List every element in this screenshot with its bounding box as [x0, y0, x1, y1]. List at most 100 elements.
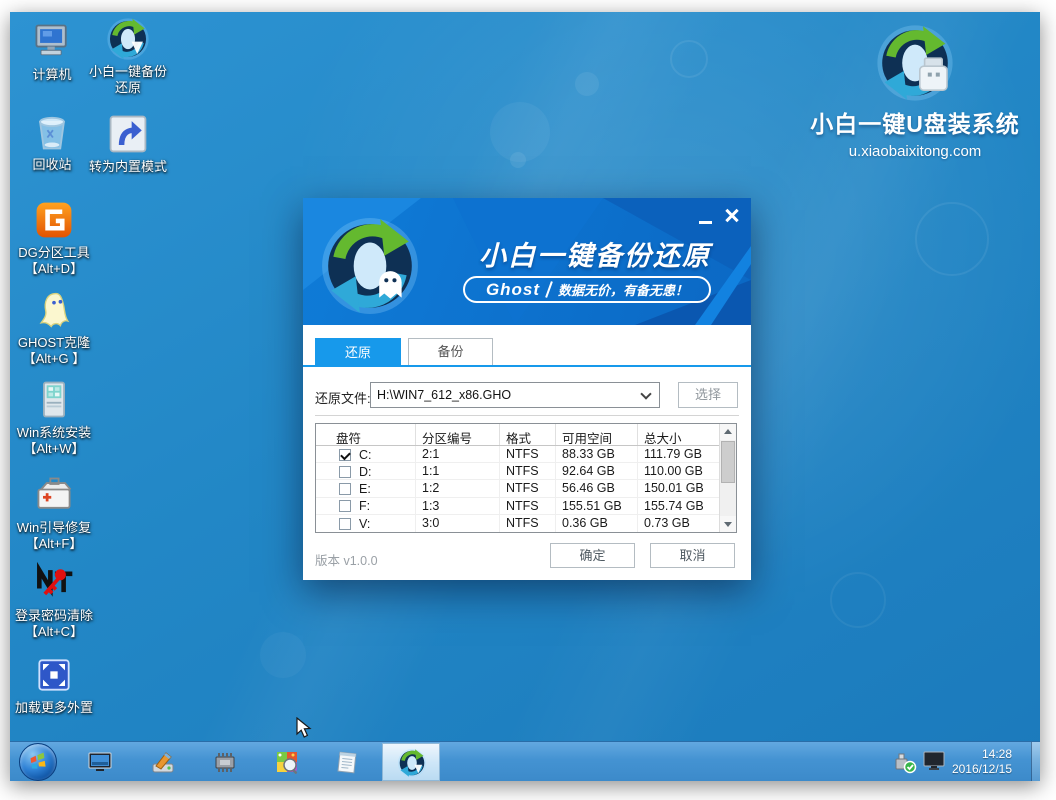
cell-drive: F: [359, 499, 370, 513]
backup-restore-icon [397, 748, 427, 778]
cell-partition: 1:1 [416, 463, 500, 479]
desktop-icon-computer[interactable]: 计算机 [10, 20, 94, 83]
tray-display-color-icon[interactable] [922, 749, 946, 773]
cell-format: NTFS [500, 498, 556, 514]
desktop-icon-ghost-clone[interactable]: GHOST克隆【Alt+G 】 [12, 288, 96, 367]
desktop-icon-recycle-bin[interactable]: 回收站 [10, 110, 94, 173]
cell-partition: 2:1 [416, 446, 500, 462]
desktop-icon-win-install[interactable]: Win系统安装【Alt+W】 [12, 378, 96, 457]
cell-total: 150.01 GB [638, 480, 719, 496]
minimize-button[interactable] [697, 210, 715, 228]
show-desktop-button[interactable] [1031, 742, 1040, 781]
usb-drive-glyph [920, 58, 947, 90]
desktop-icon-label: Win系统安装 [12, 425, 96, 441]
table-scrollbar[interactable] [719, 424, 736, 532]
taskbar-item-xiaobai-active[interactable] [382, 743, 440, 781]
scroll-down-button[interactable] [720, 516, 736, 532]
table-row[interactable]: C: 2:1 NTFS 88.33 GB 111.79 GB [316, 446, 736, 463]
taskbar-item-notepad[interactable] [334, 749, 360, 775]
cell-free: 56.46 GB [556, 480, 638, 496]
clock-date: 2016/12/15 [952, 762, 1012, 777]
header-free: 可用空间 [556, 424, 638, 445]
desktop-icon-xiaobai-backup[interactable]: 小白一键备份还原 [86, 17, 170, 96]
desktop-icon-label: 加载更多外置 [12, 700, 96, 716]
desktop-icon-load-more[interactable]: 加载更多外置 [12, 653, 96, 716]
ghost-badge: Ghost [486, 280, 540, 300]
close-button[interactable] [723, 206, 741, 224]
wallpaper-bubble [830, 572, 886, 628]
row-checkbox[interactable] [339, 518, 351, 530]
tab-underline [303, 365, 751, 367]
expand-icon [32, 653, 76, 697]
choose-file-button[interactable]: 选择 [678, 382, 738, 408]
header-total: 总大小 [638, 424, 719, 445]
nt-key-icon [32, 561, 76, 605]
clock-time: 14:28 [952, 747, 1012, 762]
desktop-icon-label: Win引导修复 [12, 520, 96, 536]
mouse-cursor [296, 717, 318, 739]
desktop-icon-internal-mode[interactable]: 转为内置模式 [86, 112, 170, 175]
ghost-glyph [379, 271, 401, 299]
table-row[interactable]: E: 1:2 NTFS 56.46 GB 150.01 GB [316, 480, 736, 497]
start-button[interactable] [19, 743, 57, 781]
brand-title: 小白一键U盘装系统 [810, 105, 1020, 139]
installer-icon [32, 378, 76, 422]
restore-file-combobox[interactable]: H:\WIN7_612_x86.GHO [370, 382, 660, 408]
cell-free: 155.51 GB [556, 498, 638, 514]
row-checkbox[interactable] [339, 500, 351, 512]
desktop-icon-boot-repair[interactable]: Win引导修复【Alt+F】 [12, 473, 96, 552]
shortcut-arrow-icon [106, 112, 150, 156]
page: 计算机 小白一键备份还原 回收站 转为内置模式 [0, 0, 1056, 800]
cell-format: NTFS [500, 480, 556, 496]
tab-restore[interactable]: 还原 [315, 338, 401, 367]
tray-usb-eject-icon[interactable] [893, 750, 917, 774]
taskbar-item-desktop-viewer[interactable] [87, 749, 113, 775]
taskbar-item-disk-cleanup[interactable] [150, 749, 176, 775]
wallpaper-bubble [490, 102, 550, 162]
desktop-icon-password-clear[interactable]: 登录密码清除【Alt+C】 [12, 561, 96, 640]
scrollbar-thumb[interactable] [721, 441, 735, 483]
header-partition: 分区编号 [416, 424, 500, 445]
wallpaper-bubble [575, 72, 599, 96]
divider [315, 415, 739, 416]
taskbar-clock[interactable]: 14:28 2016/12/15 [952, 747, 1012, 777]
diskgenius-icon [32, 198, 76, 242]
desktop-icon-dg-partition[interactable]: DG分区工具【Alt+D】 [12, 198, 96, 277]
ghost-slogan-pill: Ghost 数据无价，有备无患！ [463, 276, 711, 303]
desktop-icon-label: 计算机 [10, 67, 94, 83]
header-format: 格式 [500, 424, 556, 445]
table-header-row: 盘符 分区编号 格式 可用空间 总大小 [316, 424, 736, 446]
taskbar-item-memory-tool[interactable] [212, 749, 238, 775]
cell-format: NTFS [500, 463, 556, 479]
dialog-titlebar[interactable]: 小白一键备份还原 Ghost 数据无价，有备无患！ [303, 198, 751, 325]
windows-flag-icon [30, 753, 46, 770]
backup-restore-icon [106, 17, 150, 61]
wallpaper-bubble [260, 632, 306, 678]
table-row[interactable]: V: 3:0 NTFS 0.36 GB 0.73 GB [316, 515, 736, 532]
row-checkbox-checked[interactable] [339, 449, 351, 461]
cell-format: NTFS [500, 446, 556, 462]
table-row[interactable]: F: 1:3 NTFS 155.51 GB 155.74 GB [316, 498, 736, 515]
table-row[interactable]: D: 1:1 NTFS 92.64 GB 110.00 GB [316, 463, 736, 480]
desktop-background[interactable]: 计算机 小白一键备份还原 回收站 转为内置模式 [10, 12, 1040, 781]
taskbar: 14:28 2016/12/15 [10, 741, 1040, 781]
row-checkbox[interactable] [339, 483, 351, 495]
ghost-slogan: 数据无价，有备无患！ [558, 280, 688, 299]
scroll-up-button[interactable] [720, 424, 736, 440]
computer-icon [30, 20, 74, 64]
row-checkbox[interactable] [339, 466, 351, 478]
cell-free: 0.36 GB [556, 515, 638, 532]
desktop-icon-label: 小白一键备份 [86, 64, 170, 80]
tab-backup[interactable]: 备份 [408, 338, 493, 366]
brand-logo-block: 小白一键U盘装系统 u.xiaobaixitong.com [810, 23, 1020, 160]
cell-free: 92.64 GB [556, 463, 638, 479]
ok-button[interactable]: 确定 [550, 543, 635, 568]
cell-partition: 1:3 [416, 498, 500, 514]
wallpaper-bubble [510, 152, 526, 168]
cancel-button[interactable]: 取消 [650, 543, 735, 568]
version-label: 版本 v1.0.0 [315, 550, 378, 569]
backup-restore-dialog: 小白一键备份还原 Ghost 数据无价，有备无患！ 还原 备份 还原文件: H:… [303, 198, 751, 580]
taskbar-item-screen-capture[interactable] [274, 749, 300, 775]
desktop-icon-label: 登录密码清除 [12, 608, 96, 624]
recycle-bin-icon [30, 110, 74, 154]
